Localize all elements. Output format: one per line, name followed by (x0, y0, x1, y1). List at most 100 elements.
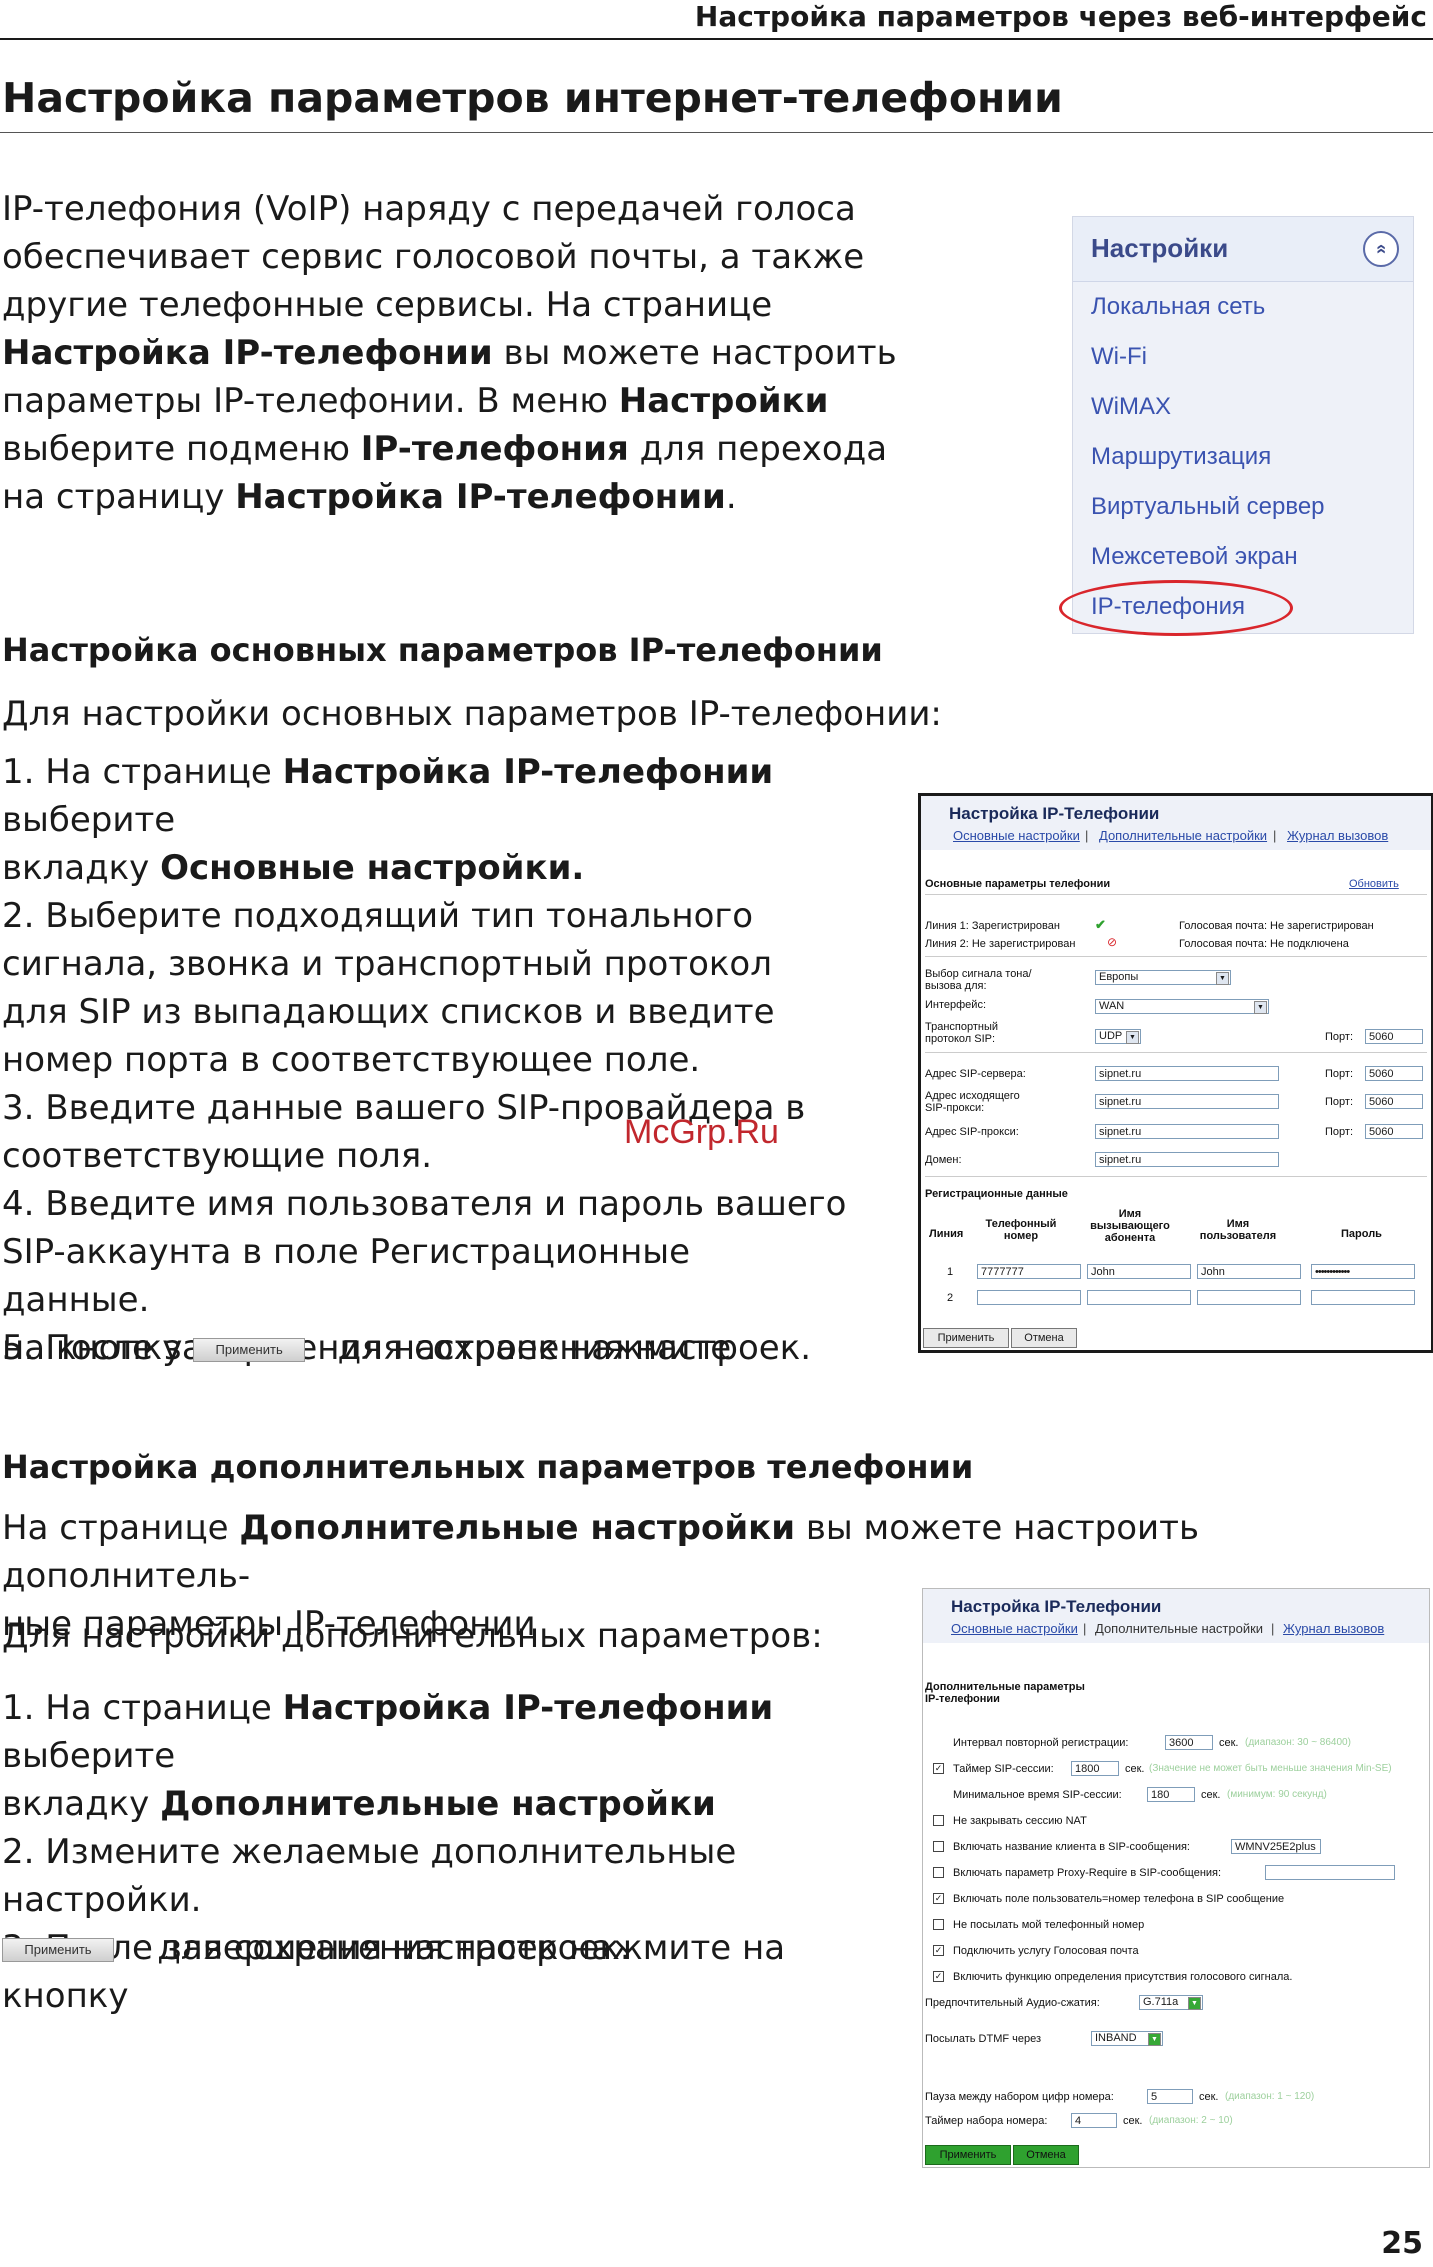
menu-item-lan[interactable]: Локальная сеть (1091, 293, 1265, 321)
hide-number-checkbox[interactable] (933, 1919, 944, 1930)
settings-menu-title: Настройки (1091, 233, 1229, 263)
menu-item-routing[interactable]: Маршрутизация (1091, 443, 1271, 471)
domain-field[interactable]: sipnet.ru (1095, 1152, 1279, 1167)
voicemail-checkbox[interactable]: ✓ (933, 1945, 944, 1956)
proxy-require-field[interactable] (1265, 1865, 1395, 1880)
text-line: данные. (2, 1276, 902, 1324)
codec-select[interactable]: G.711a ▼ (1139, 1995, 1203, 2010)
sip-proxy-field[interactable]: sipnet.ru (1095, 1124, 1279, 1139)
timer-label: Таймер SIP-сессии: (953, 1763, 1054, 1775)
voicemail1-status: Голосовая почта: Не зарегистрирован (1179, 920, 1374, 932)
text-line: вкладку Дополнительные настройки (2, 1780, 902, 1828)
text-run: номер порта в соответствующее поле. (2, 1040, 701, 1080)
highlight-oval (1059, 580, 1293, 636)
proxy-port-field[interactable]: 5060 (1365, 1124, 1423, 1139)
userphone-label: Включать поле пользователь=номер телефон… (953, 1893, 1285, 1905)
col-caller-name: Имя вызывающего абонента (1090, 1208, 1170, 1244)
row1-password-field[interactable]: •••••••••••• (1311, 1264, 1415, 1279)
line1-status: Линия 1: Зарегистрирован (925, 920, 1060, 932)
dtmf-label: Посылать DTMF через (925, 2033, 1042, 2045)
pause-unit: сек. (1199, 2091, 1219, 2103)
cancel-button[interactable]: Отмена (1011, 1328, 1077, 1348)
min-field[interactable]: 180 (1147, 1787, 1195, 1802)
shot2-tab-basic[interactable]: Основные настройки (951, 1621, 1078, 1636)
voicemail2-status: Голосовая почта: Не подключена (1179, 938, 1349, 950)
timer-field[interactable]: 1800 (1071, 1761, 1119, 1776)
title-divider (0, 132, 1433, 133)
menu-item-wifi[interactable]: Wi-Fi (1091, 343, 1147, 371)
codec-label: Предпочтительный Аудио-сжатия: (925, 1997, 1100, 2009)
transport-value: UDP (1099, 1030, 1123, 1042)
text-run: обеспечивает сервис голосовой почты, а т… (2, 237, 865, 277)
apply-button[interactable]: Применить (925, 2145, 1011, 2165)
row2-caller-name-field[interactable] (1087, 1290, 1191, 1305)
pause-field[interactable]: 5 (1147, 2089, 1193, 2104)
proxy-require-checkbox[interactable] (933, 1867, 944, 1878)
dtmf-select[interactable]: INBAND ▼ (1091, 2031, 1163, 2046)
dial-unit: сек. (1123, 2115, 1143, 2127)
transport-port-field[interactable]: 5060 (1365, 1029, 1423, 1044)
refresh-link[interactable]: Обновить (1349, 878, 1399, 890)
shot2-tab-call-log[interactable]: Журнал вызовов (1283, 1621, 1384, 1636)
text-line: 4. Введите имя пользователя и пароль ваш… (2, 1180, 902, 1228)
text-run: 2. Измените желаемые дополнительные (2, 1832, 737, 1872)
vad-checkbox[interactable]: ✓ (933, 1971, 944, 1982)
row2-password-field[interactable] (1311, 1290, 1415, 1305)
row2-username-field[interactable] (1197, 1290, 1301, 1305)
row1-phone-field[interactable]: 7777777 (977, 1264, 1081, 1279)
user-phone-checkbox[interactable]: ✓ (933, 1893, 944, 1904)
rereg-unit: сек. (1219, 1737, 1239, 1749)
row2-phone-field[interactable] (977, 1290, 1081, 1305)
outbound-proxy-field[interactable]: sipnet.ru (1095, 1094, 1279, 1109)
shot2-section-title: Дополнительные параметры IP-телефонии (925, 1681, 1085, 1705)
settings-menu-header: Настройки « (1073, 217, 1413, 282)
client-name-checkbox[interactable] (933, 1841, 944, 1852)
menu-item-virtual-server[interactable]: Виртуальный сервер (1091, 493, 1325, 521)
text-line: вкладку Основные настройки. (2, 844, 902, 892)
pause-label: Пауза между набором цифр номера: (925, 2091, 1114, 2103)
emphasis: Дополнительные настройки (239, 1508, 796, 1548)
transport-select[interactable]: UDP ▼ (1095, 1029, 1141, 1044)
menu-item-firewall[interactable]: Межсетевой экран (1091, 543, 1298, 571)
advanced-lead2: Для настройки дополнительных параметров: (2, 1616, 823, 1656)
page-title: Настройка параметров интернет-телефонии (2, 74, 1063, 122)
text-line: IP-телефония (VoIP) наряду с передачей г… (2, 185, 1002, 233)
text-run: 1. На странице (2, 752, 283, 792)
text-run: параметры IP-телефонии. В меню (2, 381, 619, 421)
server-port-field[interactable]: 5060 (1365, 1066, 1423, 1081)
shot1-tab-call-log[interactable]: Журнал вызовов (1287, 828, 1388, 843)
cancel-button[interactable]: Отмена (1013, 2145, 1079, 2165)
hide-label: Не посылать мой телефонный номер (953, 1919, 1145, 1931)
tone-value: Европы (1099, 971, 1139, 983)
interface-select[interactable]: WAN ▼ (1095, 999, 1269, 1014)
text-run: 4. Введите имя пользователя и пароль ваш… (2, 1184, 847, 1224)
menu-item-wimax[interactable]: WiMAX (1091, 393, 1171, 421)
shot2-tab-advanced[interactable]: Дополнительные настройки (1095, 1621, 1263, 1636)
text-line: на страницу Настройка IP-телефонии. (2, 473, 1002, 521)
row1-caller-name-field[interactable]: John (1087, 1264, 1191, 1279)
sip-server-field[interactable]: sipnet.ru (1095, 1066, 1279, 1081)
basic-lead: Для настройки основных параметров IP-тел… (2, 694, 942, 734)
tone-select[interactable]: Европы ▼ (1095, 970, 1231, 985)
text-run: другие телефонные сервисы. На странице (2, 285, 773, 325)
rereg-hint: (диапазон: 30 ~ 86400) (1245, 1737, 1351, 1748)
text-line: параметры IP-телефонии. В меню Настройки (2, 377, 1002, 425)
shot1-tab-basic[interactable]: Основные настройки (953, 828, 1080, 843)
codec-value: G.711a (1143, 1996, 1179, 2008)
text-run: для SIP из выпадающих списков и введите (2, 992, 775, 1032)
text-run: сигнала, звонка и транспортный протокол (2, 944, 772, 984)
dial-field[interactable]: 4 (1071, 2113, 1117, 2128)
text-run: для перехода (628, 429, 888, 469)
nat-checkbox[interactable] (933, 1815, 944, 1826)
row1-username-field[interactable]: John (1197, 1264, 1301, 1279)
shot1-tab-advanced[interactable]: Дополнительные настройки (1099, 828, 1267, 843)
client-name-field[interactable]: WMNV25E2plus (1231, 1839, 1321, 1854)
outproxy-port-field[interactable]: 5060 (1365, 1094, 1423, 1109)
collapse-icon[interactable]: « (1363, 231, 1399, 267)
min-label: Минимальное время SIP-сессии: (953, 1789, 1122, 1801)
rereg-field[interactable]: 3600 (1165, 1735, 1213, 1750)
emphasis: Настройка IP-телефонии (282, 1688, 774, 1728)
session-timer-checkbox[interactable]: ✓ (933, 1763, 944, 1774)
emphasis: Настройки (618, 381, 829, 421)
apply-button[interactable]: Применить (923, 1328, 1009, 1348)
